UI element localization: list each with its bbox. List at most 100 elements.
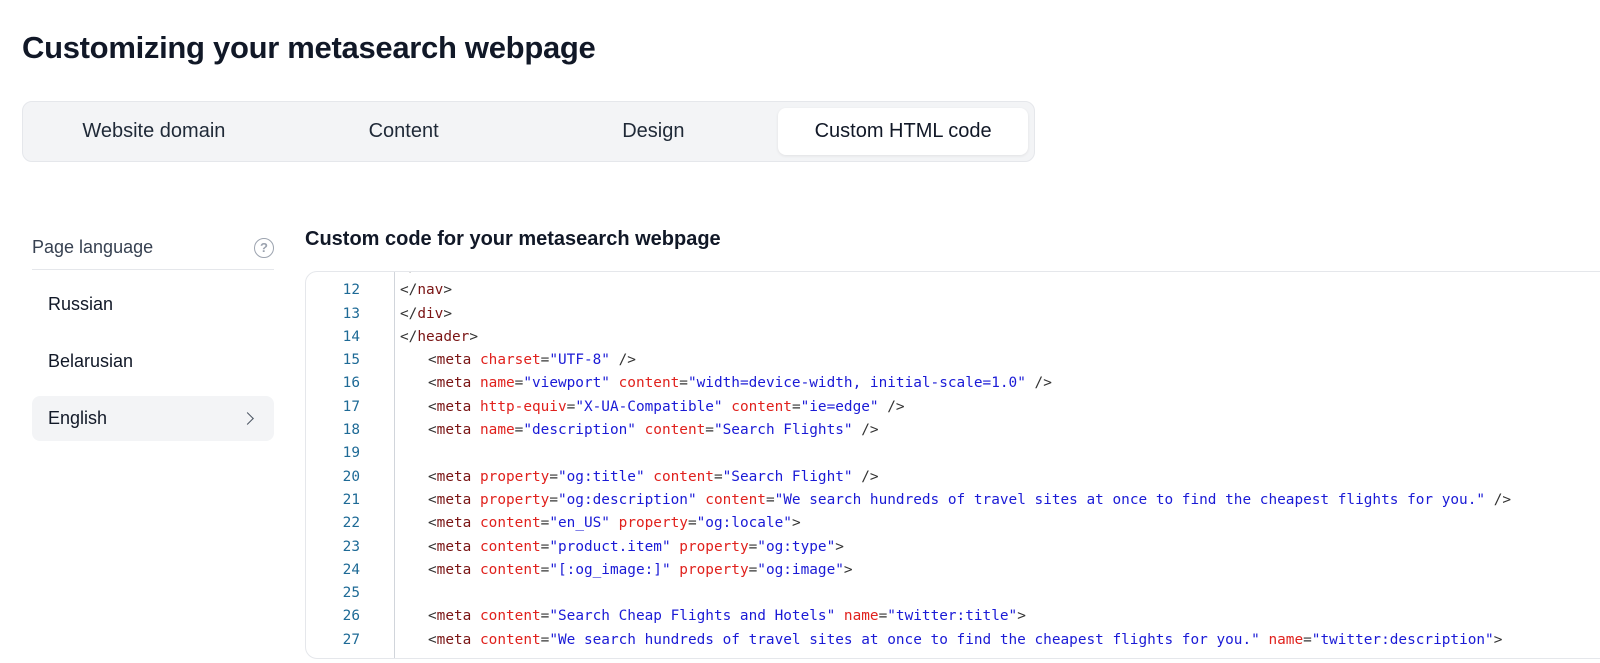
code-token: /> — [878, 398, 905, 415]
code-text: <meta content="product.item" property="o… — [360, 536, 844, 559]
line-number: 23 — [342, 538, 360, 555]
code-token: < — [428, 491, 437, 508]
code-token: /> — [1025, 375, 1052, 392]
code-token: name — [480, 422, 515, 439]
code-token: http-equiv — [480, 398, 567, 415]
line-number: 16 — [342, 375, 360, 392]
code-token: = — [713, 468, 723, 485]
code-token: "product.item" — [549, 538, 671, 555]
code-token: < — [428, 398, 437, 415]
code-token: "og:locale" — [696, 515, 792, 532]
code-token: /> — [852, 422, 879, 439]
code-token: charset — [480, 352, 541, 369]
code-line: 22 <meta content="en_US" property="og:loc… — [306, 512, 1600, 535]
code-token: "ie=edge" — [800, 398, 879, 415]
code-token: /> — [852, 468, 879, 485]
code-token: property — [679, 561, 749, 578]
code-line: 19 — [306, 442, 1600, 465]
code-token: < — [428, 352, 437, 369]
code-token: </ — [400, 305, 418, 322]
code-line: 13 </div> — [306, 303, 1600, 326]
code-token: = — [687, 515, 697, 532]
code-token: meta — [436, 538, 472, 555]
tab-custom-html-code[interactable]: Custom HTML code — [778, 108, 1028, 155]
code-token: content — [653, 468, 714, 485]
language-item-russian[interactable]: Russian — [32, 282, 274, 327]
language-list: Russian Belarusian English — [32, 282, 274, 441]
code-line: 11</ul> — [306, 272, 1600, 279]
code-token: content — [480, 608, 541, 625]
code-token: content — [480, 515, 541, 532]
code-token: meta — [436, 468, 472, 485]
code-token: meta — [436, 422, 472, 439]
line-number: 18 — [342, 422, 360, 439]
line-number: 25 — [342, 585, 360, 602]
code-token: = — [791, 398, 801, 415]
code-token: name — [843, 608, 879, 625]
code-token: "twitter:description" — [1311, 631, 1494, 648]
code-line: 24 <meta content="[:og_image:]" property=… — [306, 559, 1600, 582]
code-token: meta — [436, 561, 472, 578]
code-token: "Search Cheap Flights and Hotels" — [549, 608, 836, 625]
code-token: "description" — [523, 422, 636, 439]
code-token: </ — [400, 328, 418, 345]
code-token: > — [791, 515, 801, 532]
code-text: <meta name="description" content="Search… — [360, 419, 879, 442]
question-circle-icon[interactable]: ? — [254, 237, 274, 258]
code-token: = — [1303, 631, 1312, 648]
code-token: name — [480, 375, 515, 392]
code-line: 15 <meta charset="UTF-8" /> — [306, 349, 1600, 372]
code-editor[interactable]: 11</ul>12</nav>13</div>14</header>15<met… — [305, 271, 1600, 659]
code-token: nav — [417, 282, 444, 299]
tab-content[interactable]: Content — [279, 108, 529, 155]
code-token: content — [618, 375, 680, 392]
code-token: = — [705, 422, 714, 439]
code-text: <meta property="og:title" content="Searc… — [360, 466, 879, 489]
code-token: div — [417, 305, 444, 322]
code-token: "[:og_image:]" — [549, 561, 671, 578]
code-text: </nav> — [360, 279, 452, 302]
language-item-label: English — [48, 408, 108, 428]
code-token: "en_US" — [549, 515, 610, 532]
code-token: = — [878, 608, 888, 625]
code-text: <meta property="og:description" content=… — [360, 489, 1511, 512]
code-token: "We search hundreds of travel sites at o… — [774, 491, 1486, 508]
code-token: = — [748, 538, 758, 555]
code-token: meta — [436, 375, 472, 392]
code-token: header — [417, 328, 470, 345]
code-token: < — [428, 561, 437, 578]
line-number: 15 — [342, 352, 360, 369]
tab-website-domain[interactable]: Website domain — [29, 108, 279, 155]
code-token: content — [644, 422, 706, 439]
tab-design[interactable]: Design — [529, 108, 779, 155]
code-line: 14 </header> — [306, 326, 1600, 349]
code-token: "X-UA-Compatible" — [575, 398, 723, 415]
code-lines: 11</ul>12</nav>13</div>14</header>15<met… — [306, 272, 1600, 652]
code-token: property — [480, 491, 550, 508]
code-token: "og:image" — [757, 561, 844, 578]
code-token: meta — [436, 352, 472, 369]
code-token: > — [469, 328, 478, 345]
line-number: 20 — [342, 468, 360, 485]
chevron-right-icon — [241, 412, 254, 425]
code-text: <meta name="viewport" content="width=dev… — [360, 372, 1052, 395]
code-token: meta — [436, 398, 472, 415]
line-number: 24 — [342, 561, 360, 578]
code-text: <meta content = "We search hundreds of tra… — [360, 629, 1502, 652]
code-text: </ul> — [360, 272, 443, 279]
language-item-belarusian[interactable]: Belarusian — [32, 339, 274, 384]
code-token: = — [549, 468, 558, 485]
code-token: > — [1017, 608, 1026, 625]
language-item-english[interactable]: English — [32, 396, 274, 441]
